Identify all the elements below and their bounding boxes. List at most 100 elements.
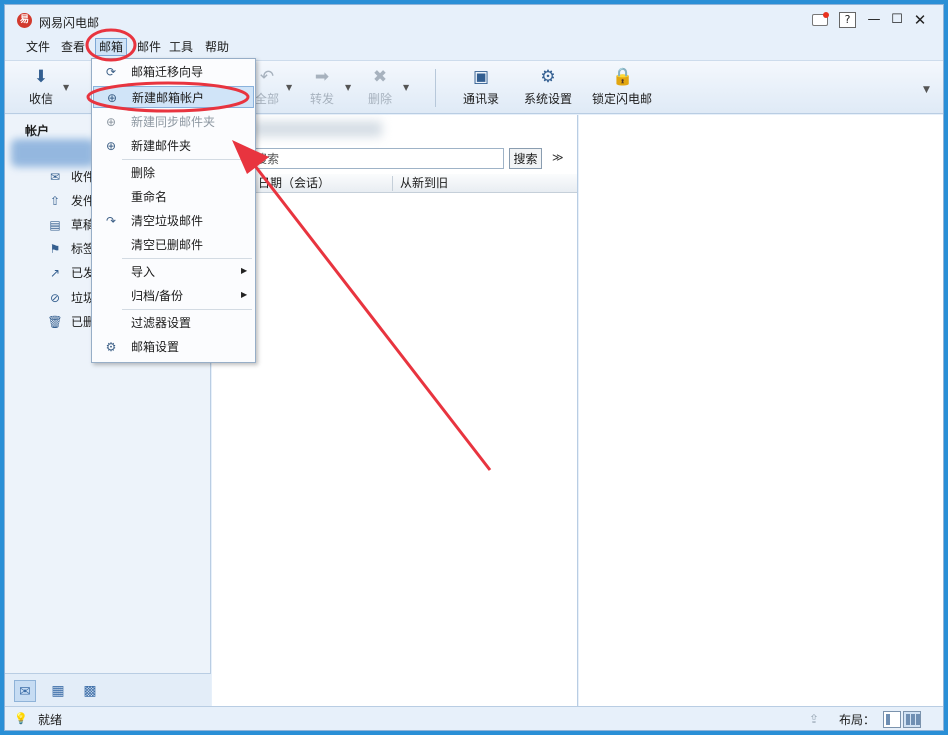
search-button[interactable]: 搜索: [509, 148, 542, 169]
menu-item-label: 邮箱设置: [131, 340, 180, 354]
junk-icon: ⊘: [49, 291, 61, 305]
download-icon: ⬇: [33, 67, 49, 87]
status-bar: 💡 就绪 ⇪ 布局：: [5, 706, 943, 730]
menu-item-label: 过滤器设置: [131, 316, 192, 330]
upload-status-icon[interactable]: ⇪: [809, 712, 819, 726]
outbox-icon: ⇧: [49, 194, 61, 208]
mailbox-dropdown-menu: ⟳ 邮箱迁移向导 ⊕ 新建邮箱帐户 ⊕ 新建同步邮件夹 ⊕ 新建邮件夹 删除 重…: [91, 58, 256, 363]
app-logo-icon: 易: [17, 13, 32, 28]
apps-icon[interactable]: ▩: [79, 680, 101, 702]
menu-item-empty-junk[interactable]: ↷ 清空垃圾邮件: [93, 210, 254, 232]
menu-item-label: 删除: [131, 166, 156, 180]
menu-item-filter-settings[interactable]: 过滤器设置: [93, 312, 254, 334]
lightbulb-icon: 💡: [14, 712, 28, 725]
migrate-icon: ⟳: [105, 65, 117, 79]
layout-two-pane-button[interactable]: [883, 711, 901, 728]
forward-dropdown-icon[interactable]: ▼: [345, 83, 351, 92]
menu-separator: [122, 258, 252, 259]
menu-bar: 文件 查看 邮箱 邮件 工具 帮助: [5, 36, 943, 58]
column-date-conversation[interactable]: 日期（会话）: [258, 176, 330, 191]
chevron-down-icon[interactable]: ≫: [552, 151, 564, 164]
menu-item-new-folder[interactable]: ⊕ 新建邮件夹: [93, 135, 254, 157]
account-name-redacted[interactable]: [11, 139, 95, 167]
receive-button[interactable]: ⬇ 收信: [23, 65, 59, 111]
empty-junk-icon: ↷: [105, 214, 117, 228]
feedback-icon[interactable]: [810, 12, 830, 28]
menu-item-new-sync-folder[interactable]: ⊕ 新建同步邮件夹: [93, 111, 254, 133]
close-button[interactable]: ✕: [912, 12, 928, 28]
menu-item-label: 新建同步邮件夹: [131, 115, 216, 129]
submenu-arrow-icon: ▶: [241, 290, 248, 299]
menu-item-new-account[interactable]: ⊕ 新建邮箱帐户: [93, 86, 254, 108]
calendar-icon[interactable]: ▦: [47, 680, 69, 702]
reading-pane: [579, 115, 943, 706]
menu-item-label: 新建邮箱帐户: [132, 91, 205, 105]
receive-label: 收信: [28, 92, 53, 106]
menu-mailbox[interactable]: 邮箱: [95, 38, 128, 56]
menu-item-label: 导入: [131, 265, 156, 279]
menu-separator: [122, 159, 252, 160]
forward-button[interactable]: ➡ 转发: [305, 65, 339, 111]
menu-help[interactable]: 帮助: [205, 39, 229, 55]
forward-icon: ➡: [314, 67, 330, 87]
search-input[interactable]: [250, 148, 504, 169]
delete-label: 删除: [367, 92, 392, 106]
menu-item-import[interactable]: 导入 ▶: [93, 261, 254, 283]
menu-item-rename[interactable]: 重命名: [93, 186, 254, 208]
reply-all-dropdown-icon[interactable]: ▼: [286, 83, 292, 92]
sent-icon: ↗: [49, 266, 61, 280]
message-list-pane: 搜索 ≫ 日期（会话） 从新到旧: [212, 115, 578, 706]
lock-app-label: 锁定闪电邮: [591, 92, 652, 106]
contacts-icon: ▣: [472, 67, 490, 87]
help-button[interactable]: ?: [839, 12, 856, 28]
receive-dropdown-icon[interactable]: ▼: [63, 83, 69, 92]
gear-icon: ⚙: [540, 67, 556, 87]
new-folder-icon: ⊕: [105, 139, 117, 153]
maximize-button[interactable]: ☐: [890, 12, 904, 28]
delete-icon: ✖: [372, 67, 388, 87]
menu-item-delete[interactable]: 删除: [93, 162, 254, 184]
delete-dropdown-icon[interactable]: ▼: [403, 83, 409, 92]
title-bar: 易 网易闪电邮 ? — ☐ ✕: [5, 5, 943, 35]
app-title: 网易闪电邮: [39, 16, 100, 30]
contacts-button[interactable]: ▣ 通讯录: [459, 65, 503, 111]
layout-three-pane-button[interactable]: [903, 711, 921, 728]
draft-icon: ▤: [49, 218, 61, 232]
lock-icon: 🔒: [612, 67, 634, 87]
menu-view[interactable]: 查看: [61, 39, 85, 55]
minimize-button[interactable]: —: [867, 12, 881, 28]
view-switcher: ✉ ▦ ▩: [5, 673, 211, 706]
forward-label: 转发: [309, 92, 334, 106]
inbox-icon: ✉: [49, 170, 61, 184]
reply-all-icon: ↶: [259, 67, 275, 87]
menu-item-empty-trash[interactable]: 清空已删邮件: [93, 234, 254, 256]
trash-icon: 🗑: [47, 315, 63, 329]
toolbar-separator: [435, 69, 436, 107]
mail-view-icon[interactable]: ✉: [14, 680, 36, 702]
delete-button[interactable]: ✖ 删除: [363, 65, 397, 111]
menu-item-label: 邮箱迁移向导: [131, 65, 204, 79]
status-text: 就绪: [38, 713, 63, 727]
column-divider[interactable]: [392, 176, 393, 191]
menu-mail[interactable]: 邮件: [137, 39, 161, 55]
menu-item-label: 归档/备份: [131, 289, 184, 303]
folder-title-redacted: [252, 121, 382, 137]
flag-icon: ⚑: [49, 242, 61, 256]
menu-file[interactable]: 文件: [26, 39, 50, 55]
mailbox-settings-icon: ⚙: [105, 340, 117, 354]
system-settings-button[interactable]: ⚙ 系统设置: [521, 65, 575, 111]
menu-item-archive-backup[interactable]: 归档/备份 ▶: [93, 285, 254, 307]
menu-item-mailbox-settings[interactable]: ⚙ 邮箱设置: [93, 336, 254, 358]
menu-separator: [122, 309, 252, 310]
lock-app-button[interactable]: 🔒 锁定闪电邮: [591, 65, 653, 111]
toolbar-overflow-icon[interactable]: ▼: [923, 85, 930, 95]
new-sync-folder-icon: ⊕: [105, 115, 117, 129]
contacts-label: 通讯录: [462, 92, 499, 106]
system-settings-label: 系统设置: [523, 92, 572, 106]
new-account-icon: ⊕: [106, 91, 118, 105]
column-sort-order[interactable]: 从新到旧: [400, 176, 448, 191]
menu-tools[interactable]: 工具: [169, 39, 193, 55]
menu-item-migration-wizard[interactable]: ⟳ 邮箱迁移向导: [93, 61, 254, 83]
menu-item-label: 清空垃圾邮件: [131, 214, 204, 228]
submenu-arrow-icon: ▶: [241, 266, 248, 275]
